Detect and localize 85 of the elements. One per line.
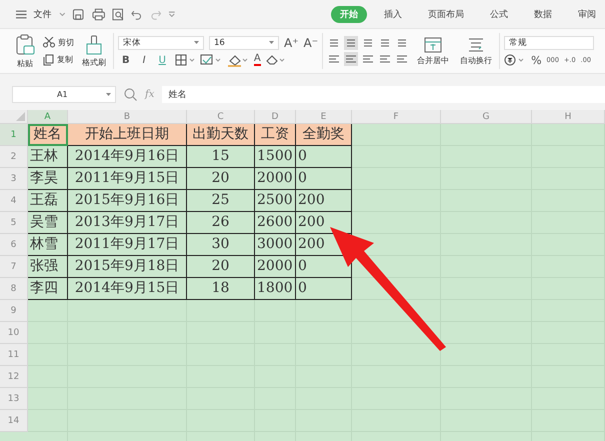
chevron-icon[interactable]	[168, 10, 176, 18]
dropdown-icon	[269, 41, 274, 44]
table-cell: 2015年9月16日	[68, 190, 187, 212]
brush-icon	[85, 34, 103, 54]
table-cell: 张强	[28, 256, 68, 278]
zoom-icon[interactable]	[124, 88, 137, 101]
dropdown-icon	[106, 93, 111, 96]
table-cell: 20	[187, 256, 255, 278]
header-cell: 全勤奖	[296, 124, 352, 146]
eraser-icon[interactable]	[266, 54, 286, 66]
font-color-button[interactable]: A	[254, 54, 261, 66]
copy-icon	[43, 54, 54, 66]
table-cell: 林雪	[28, 234, 68, 256]
table-cell: 李四	[28, 278, 68, 300]
formula-field[interactable]: 姓名	[162, 86, 605, 103]
border-icon[interactable]	[174, 54, 195, 66]
print-icon[interactable]	[92, 8, 105, 20]
header-cell: 出勤天数	[187, 124, 255, 146]
ribbon-tab[interactable]: 数据	[525, 6, 561, 22]
text-style-button[interactable]: B	[118, 54, 134, 66]
table-cell: 王林	[28, 146, 68, 168]
table-cell: 2600	[255, 212, 296, 234]
table-cell: 20	[187, 168, 255, 190]
font-size-button[interactable]: A⁻	[304, 36, 318, 50]
ribbon-tab[interactable]: 页面布局	[419, 6, 473, 22]
ribbon-tab[interactable]: 插入	[375, 6, 411, 22]
fill-icon[interactable]	[200, 54, 222, 66]
wrap-icon	[467, 36, 486, 52]
cut-button[interactable]: 剪切	[43, 36, 74, 48]
dropdown-icon	[194, 41, 199, 44]
table-cell: 2500	[255, 190, 296, 212]
align-icon[interactable]	[344, 52, 358, 66]
table-cell: 0	[296, 278, 352, 300]
chevron-icon[interactable]	[58, 12, 66, 16]
header-cell: 姓名	[28, 124, 68, 146]
clipboard-icon	[15, 34, 35, 56]
font-size-button[interactable]: A⁺	[284, 36, 299, 50]
table-cell: 2011年9月15日	[68, 168, 187, 190]
paste-button[interactable]: 粘贴	[12, 32, 38, 70]
bucket-icon[interactable]	[226, 54, 249, 66]
merge-button[interactable]: 合并居中	[414, 36, 452, 66]
copy-button[interactable]: 复制	[43, 54, 74, 66]
table-cell: 3000	[255, 234, 296, 256]
merge-icon	[424, 36, 442, 52]
font-size-dropdown[interactable]: 16	[209, 36, 279, 50]
ribbon-tab[interactable]: 公式	[481, 6, 517, 22]
text-style-button[interactable]: I	[138, 54, 150, 66]
table-cell: 2000	[255, 168, 296, 190]
font-dropdown[interactable]: 宋体	[118, 36, 204, 50]
table-cell: 1800	[255, 278, 296, 300]
save-icon[interactable]	[72, 8, 85, 20]
format-painter-button[interactable]: 格式刷	[79, 34, 109, 68]
table-cell: 2014年9月15日	[68, 278, 187, 300]
table-cell: 吴雪	[28, 212, 68, 234]
number-format-dropdown[interactable]: 常规	[504, 36, 594, 50]
table-cell: 15	[187, 146, 255, 168]
table-cell: 26	[187, 212, 255, 234]
file-menu[interactable]: 文件	[34, 8, 52, 20]
menu-icon[interactable]	[16, 10, 27, 18]
ribbon-tab[interactable]: 审阅	[569, 6, 605, 22]
align-icon[interactable]	[344, 36, 358, 50]
table-cell: 200	[296, 190, 352, 212]
table-cell: 2014年9月16日	[68, 146, 187, 168]
table-cell: 0	[296, 146, 352, 168]
header-cell: 开始上班日期	[68, 124, 187, 146]
table-cell: 0	[296, 168, 352, 190]
wrap-text-button[interactable]: 自动换行	[457, 36, 496, 66]
table-cell: 18	[187, 278, 255, 300]
header-cell: 工资	[255, 124, 296, 146]
table-cell: 2000	[255, 256, 296, 278]
table-cell: 2013年9月17日	[68, 212, 187, 234]
table-cell: 2015年9月18日	[68, 256, 187, 278]
table-cell: 1500	[255, 146, 296, 168]
table-cell: 李昊	[28, 168, 68, 190]
undo-icon[interactable]	[131, 8, 143, 20]
number-format-button[interactable]: %	[531, 54, 542, 66]
table-cell: 30	[187, 234, 255, 256]
scissors-icon	[43, 36, 55, 48]
paste-label[interactable]: 粘贴	[17, 58, 33, 68]
table-cell: 2011年9月17日	[68, 234, 187, 256]
table-cell: 王磊	[28, 190, 68, 212]
name-box[interactable]: A1	[12, 86, 116, 103]
currency-icon[interactable]	[504, 54, 526, 66]
preview-icon[interactable]	[112, 8, 124, 20]
table-cell: 25	[187, 190, 255, 212]
